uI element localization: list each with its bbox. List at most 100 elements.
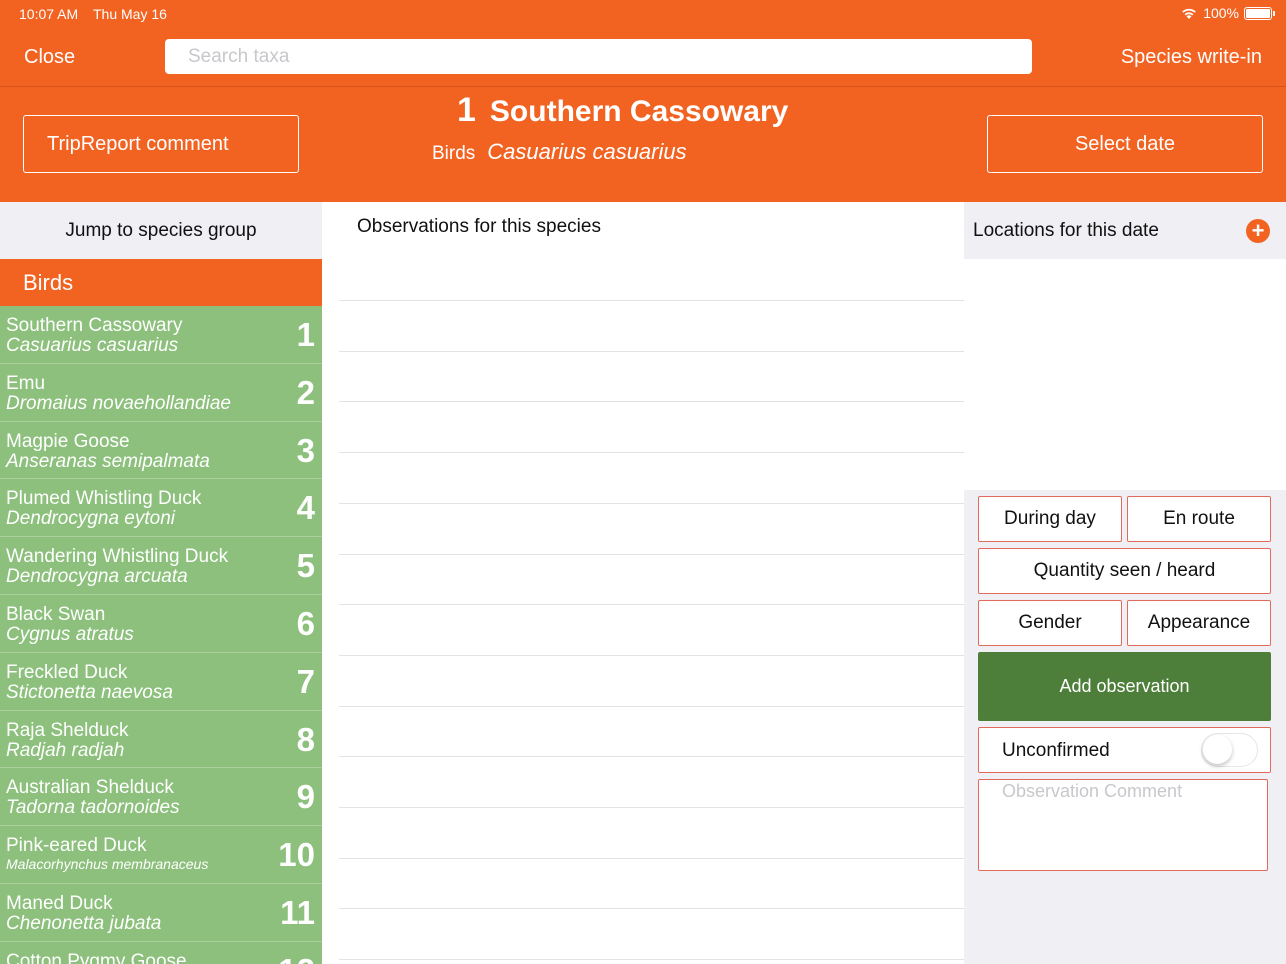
species-row[interactable]: Australian Shelduck Tadorna tadornoides 9 <box>0 768 322 827</box>
species-latin-name: Casuarius casuarius <box>487 139 687 164</box>
species-common-name: Freckled Duck <box>6 661 128 683</box>
select-date-label: Select date <box>1074 132 1176 155</box>
species-common-name: Southern Cassowary <box>6 315 183 336</box>
observation-row-divider <box>339 300 964 301</box>
species-number: 6 <box>296 604 315 642</box>
species-row[interactable]: Maned Duck Chenonetta jubata 11 <box>0 883 322 942</box>
species-number: 1 <box>457 91 476 129</box>
species-row[interactable]: Magpie Goose Anseranas semipalmata 3 <box>0 421 322 480</box>
trip-report-comment-button[interactable]: TripReport comment <box>23 115 299 173</box>
observation-comment-field[interactable] <box>978 779 1268 871</box>
during-day-button[interactable]: During day <box>978 496 1122 542</box>
close-button[interactable]: Close <box>24 46 75 69</box>
species-common-name: Plumed Whistling Duck <box>6 488 202 510</box>
add-observation-button[interactable]: Add observation <box>978 652 1271 721</box>
observation-row-divider <box>339 502 964 504</box>
species-number: 2 <box>296 373 315 411</box>
unconfirmed-label: Unconfirmed <box>1002 740 1110 761</box>
observation-row-divider <box>339 807 964 808</box>
species-number: 1 <box>296 316 315 353</box>
species-common-name: Black Swan <box>6 603 106 625</box>
nav-bar: Close Species write-in <box>0 28 1286 86</box>
species-latin-name: Cygnus atratus <box>6 623 134 645</box>
species-write-in-button[interactable]: Species write-in <box>1121 46 1262 69</box>
species-common-name: Pink-eared Duck <box>6 835 147 857</box>
species-name: Southern Cassowary <box>489 95 789 128</box>
search-input[interactable] <box>165 39 1032 74</box>
species-number: 8 <box>296 720 315 758</box>
appearance-button[interactable]: Appearance <box>1127 600 1271 646</box>
observation-entry-panel: Locations for this date + During day En … <box>964 202 1286 964</box>
unconfirmed-row: Unconfirmed <box>978 727 1271 773</box>
species-header: TripReport comment 1 Southern Cassowary … <box>0 86 1286 202</box>
select-date-button[interactable]: Select date <box>987 115 1263 173</box>
observations-header: Observations for this species <box>357 216 601 237</box>
species-latin-name: Casuarius casuarius <box>6 335 179 356</box>
species-number: 11 <box>280 893 315 931</box>
species-latin-name: Dendrocygna arcuata <box>6 566 188 588</box>
wifi-icon <box>1182 8 1196 19</box>
observation-row-divider <box>339 959 964 961</box>
en-route-button[interactable]: En route <box>1127 496 1271 542</box>
species-row[interactable]: Emu Dromaius novaehollandiae 2 <box>0 363 322 422</box>
species-row[interactable]: Pink-eared Duck Malacorhynchus membranace… <box>0 826 322 884</box>
observation-row-divider <box>339 553 964 555</box>
species-number: 10 <box>278 836 315 874</box>
observations-panel: Observations for this species <box>322 202 964 964</box>
battery-percent: 100% <box>1203 5 1239 21</box>
observation-row-divider <box>339 908 964 910</box>
species-row[interactable]: Cotton Pygmy GooseNettapus coromandelian… <box>0 941 322 964</box>
jump-to-species-group-button[interactable]: Jump to species group <box>0 202 322 259</box>
species-row[interactable]: Black Swan Cygnus atratus 6 <box>0 594 322 653</box>
quantity-seen-heard-button[interactable]: Quantity seen / heard <box>978 548 1271 594</box>
species-list: Southern Cassowary Casuarius casuarius 1 Em… <box>0 306 322 964</box>
observation-row-divider <box>339 604 964 606</box>
species-number: 3 <box>296 431 315 469</box>
species-latin-name: Tadorna tadornoides <box>6 797 180 819</box>
species-latin-name: Dendrocygna eytoni <box>6 508 175 530</box>
species-number: 9 <box>296 778 315 816</box>
battery-icon <box>1244 6 1275 20</box>
species-row[interactable]: Wandering Whistling Duck Dendrocygna arcu… <box>0 537 322 595</box>
species-latin-name: Dromaius novaehollandiae <box>6 392 231 414</box>
species-common-name: Australian Shelduck <box>6 777 174 799</box>
species-row[interactable]: Southern Cassowary Casuarius casuarius 1 <box>0 306 322 364</box>
observation-row-divider <box>339 705 964 707</box>
observation-row-divider <box>339 452 964 454</box>
species-latin-name: Chenonetta jubata <box>6 912 162 934</box>
status-date: Thu May 16 <box>93 6 167 22</box>
species-title: 1 Southern Cassowary <box>457 91 788 130</box>
species-row[interactable]: Freckled Duck Stictonetta naevosa 7 <box>0 652 322 711</box>
gender-button[interactable]: Gender <box>978 600 1122 646</box>
species-row[interactable]: Plumed Whistling Duck Dendrocygna eytoni 4 <box>0 479 322 538</box>
observation-row-divider <box>339 350 964 352</box>
status-time: 10:07 AM <box>19 6 79 22</box>
species-common-name: Magpie Goose <box>6 430 130 452</box>
species-latin-name: Anseranas semipalmata <box>6 450 210 472</box>
species-latin-name: Radjah radjah <box>6 739 125 761</box>
species-row[interactable]: Raja Shelduck Radjah radjah 8 <box>0 710 322 769</box>
locations-title: Locations for this date <box>973 220 1159 241</box>
species-common-name: Wandering Whistling Duck <box>6 546 229 568</box>
unconfirmed-toggle[interactable] <box>1201 733 1258 767</box>
species-group-label: Birds <box>432 143 476 164</box>
species-number: 12 <box>278 952 315 964</box>
species-common-name: Emu <box>6 372 46 394</box>
species-number: 7 <box>296 662 315 700</box>
toggle-knob <box>1203 735 1232 764</box>
species-subtitle: Birds Casuarius casuarius <box>432 139 687 165</box>
species-common-name: Cotton Pygmy Goose <box>6 950 187 964</box>
add-location-icon[interactable]: + <box>1246 219 1270 243</box>
species-latin-name: Malacorhynchus membranaceus <box>6 856 209 873</box>
status-bar: 10:07 AM Thu May 16 100% <box>0 0 1286 28</box>
species-list-panel: Jump to species group Birds Southern Cas… <box>0 202 322 964</box>
locations-list <box>964 259 1286 490</box>
species-number: 4 <box>296 489 315 527</box>
observation-row-divider <box>339 401 964 403</box>
species-number: 5 <box>296 547 315 585</box>
species-common-name: Maned Duck <box>6 892 113 914</box>
locations-header: Locations for this date + <box>964 202 1286 259</box>
species-group-header-birds[interactable]: Birds <box>0 259 322 306</box>
status-indicators: 100% <box>1180 5 1275 21</box>
observation-row-divider <box>339 857 964 859</box>
